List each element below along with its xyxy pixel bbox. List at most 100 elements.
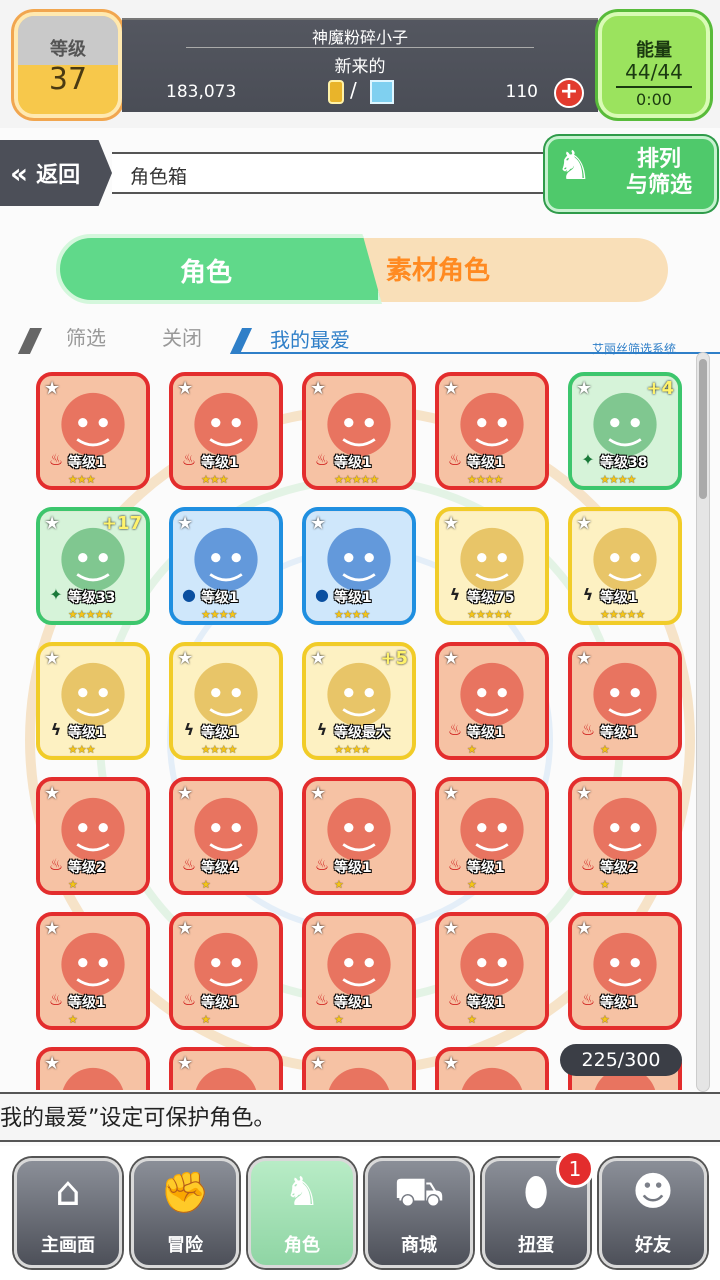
character-level: 等级75: [467, 590, 515, 606]
add-gems-button[interactable]: +: [554, 78, 584, 108]
water-element-icon: ●: [182, 585, 196, 604]
energy-badge[interactable]: 能量 44/44 0:00: [598, 12, 710, 118]
character-card[interactable]: ★ ♨ 等级1 ★★★: [169, 372, 283, 490]
character-card[interactable]: ★ ♨ 等级1 ★: [36, 912, 150, 1030]
fire-element-icon: ♨: [314, 450, 330, 469]
tab-characters[interactable]: 角色: [56, 234, 382, 304]
character-card[interactable]: ★ ♨ 等级1 ★: [435, 777, 549, 895]
water-element-icon: ●: [315, 585, 329, 604]
character-card[interactable]: ★♨: [435, 1047, 549, 1090]
filter-row: 筛选 关闭 我的最爱 艾丽丝筛选系统: [0, 318, 720, 358]
character-card[interactable]: ★ ♨ 等级1 ★: [302, 912, 416, 1030]
character-level: 等级33: [68, 590, 116, 606]
friends-icon: ☻: [632, 1169, 674, 1215]
character-card[interactable]: ★ ♨ 等级2 ★: [568, 777, 682, 895]
rabbit-icon: ♞: [284, 1169, 320, 1215]
divider: [186, 47, 534, 48]
character-card[interactable]: ★ ϟ 等级1 ★★★★: [169, 642, 283, 760]
character-grid[interactable]: ★ ♨ 等级1 ★★★ ★ ♨ 等级1 ★★★ ★ ♨ 等级1 ★★★★★ ★ ♨ 等级1 ★★★★ ★ +4 ✦ 等…: [36, 372, 686, 1090]
character-card[interactable]: ★ ♨ 等级1 ★: [302, 777, 416, 895]
character-card[interactable]: ★ +5 ϟ 等级最大 ★★★★: [302, 642, 416, 760]
character-card[interactable]: ★ ϟ 等级1 ★★★: [36, 642, 150, 760]
character-level: 等级1: [68, 725, 106, 741]
fire-element-icon: ♨: [181, 450, 197, 469]
nav-button-friends[interactable]: ☻ 好友: [599, 1158, 707, 1268]
rarity-stars: ★: [334, 1013, 344, 1026]
filter-slash-decoration: [17, 328, 43, 354]
favorite-star-icon: ★: [310, 918, 327, 939]
rabbit-icon: ♞: [556, 143, 592, 189]
rarity-stars: ★★★★★: [334, 473, 379, 486]
player-level-badge[interactable]: 等级 37: [14, 12, 122, 118]
filter-value[interactable]: 关闭: [162, 322, 202, 351]
character-card[interactable]: ★ ♨ 等级1 ★★★: [36, 372, 150, 490]
level-value: 37: [18, 65, 118, 114]
character-level: 等级1: [68, 995, 106, 1011]
character-card[interactable]: ★ ♨ 等级1 ★: [568, 912, 682, 1030]
rarity-stars: ★: [600, 1013, 610, 1026]
fire-element-icon: ♨: [314, 855, 330, 874]
character-card[interactable]: ★ +17 ✦ 等级33 ★★★★★: [36, 507, 150, 625]
favorites-slash-decoration: [229, 328, 253, 354]
favorite-star-icon: ★: [576, 918, 593, 939]
character-card[interactable]: ★ ϟ 等级75 ★★★★★: [435, 507, 549, 625]
sort-label-line2: 与筛选: [626, 173, 693, 198]
character-card[interactable]: ★ ♨ 等级4 ★: [169, 777, 283, 895]
character-card[interactable]: ★ ♨ 等级1 ★★★★: [435, 372, 549, 490]
nav-button-cart[interactable]: ⛟ 商城: [365, 1158, 473, 1268]
fire-element-icon: ♨: [580, 720, 596, 739]
scrollbar-thumb[interactable]: [699, 359, 707, 499]
character-card[interactable]: ★ ♨ 等级2 ★: [36, 777, 150, 895]
gacha-notification-badge: 1: [556, 1150, 594, 1188]
fire-element-icon: ♨: [181, 855, 197, 874]
character-level: 等级1: [600, 590, 638, 606]
character-level: 等级1: [467, 860, 505, 876]
character-level: 等级1: [201, 590, 239, 606]
favorites-filter[interactable]: 我的最爱: [270, 324, 350, 353]
character-card[interactable]: ★ ● 等级1 ★★★★: [169, 507, 283, 625]
rarity-stars: ★: [600, 743, 610, 756]
character-card[interactable]: ★ ♨ 等级1 ★: [435, 642, 549, 760]
sort-filter-button[interactable]: ♞ 排列 与筛选: [545, 136, 717, 212]
scrollbar[interactable]: [696, 352, 710, 1092]
character-level: 等级38: [600, 455, 648, 471]
favorite-star-icon: ★: [310, 378, 327, 399]
character-level: 等级1: [467, 725, 505, 741]
tab-bar: 素材角色 角色: [56, 234, 668, 304]
rarity-stars: ★: [467, 1013, 477, 1026]
bottom-nav: ⌂ 主画面 ✊ 冒险 ♞ 角色 ⛟ 商城 ⬮ 扭蛋 ☻ 好友: [0, 1146, 720, 1280]
filter-label[interactable]: 筛选: [66, 322, 106, 351]
player-name: 神魔粉碎小子: [311, 28, 408, 47]
currency-separator: /: [350, 78, 357, 102]
character-card[interactable]: ★♨: [36, 1047, 150, 1090]
nav-button-rabbit[interactable]: ♞ 角色: [248, 1158, 356, 1268]
character-card[interactable]: ★♨: [302, 1047, 416, 1090]
character-card[interactable]: ★♨: [169, 1047, 283, 1090]
character-card[interactable]: ★ ● 等级1 ★★★★: [302, 507, 416, 625]
character-card[interactable]: ★ ♨ 等级1 ★: [169, 912, 283, 1030]
handshake-icon: ✊: [160, 1170, 210, 1216]
favorite-star-icon: ★: [177, 513, 194, 534]
nav-button-home[interactable]: ⌂ 主画面: [14, 1158, 122, 1268]
character-card[interactable]: ★ ♨ 等级1 ★: [435, 912, 549, 1030]
character-card[interactable]: ★ ϟ 等级1 ★★★★★: [568, 507, 682, 625]
character-card[interactable]: ★ ♨ 等级1 ★: [568, 642, 682, 760]
rarity-stars: ★★★★: [600, 473, 636, 486]
favorite-star-icon: ★: [44, 648, 61, 669]
rarity-stars: ★: [467, 743, 477, 756]
character-level: 等级1: [334, 995, 372, 1011]
wood-element-icon: ✦: [49, 585, 63, 604]
nav-button-handshake[interactable]: ✊ 冒险: [131, 1158, 239, 1268]
rarity-stars: ★: [467, 878, 477, 891]
back-button[interactable]: « 返回: [0, 140, 112, 206]
favorite-star-icon: ★: [177, 378, 194, 399]
character-card[interactable]: ★ ♨ 等级1 ★★★★★: [302, 372, 416, 490]
plus-value: +17: [101, 513, 142, 534]
sort-label: 排列 与筛选: [626, 147, 692, 199]
rarity-stars: ★★★★: [334, 608, 370, 621]
nav-label: 主画面: [41, 1235, 95, 1256]
rarity-stars: ★★★★: [467, 473, 503, 486]
gold-amount: 183,073: [166, 82, 237, 102]
character-card[interactable]: ★ +4 ✦ 等级38 ★★★★: [568, 372, 682, 490]
tab-label: 角色: [180, 258, 233, 288]
